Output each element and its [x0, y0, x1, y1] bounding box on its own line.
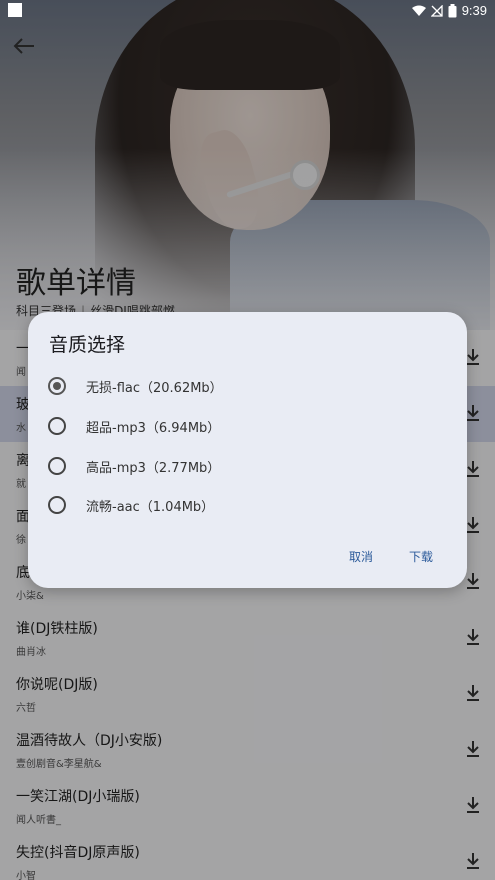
cancel-button[interactable]: 取消: [349, 548, 373, 565]
quality-option-mp3-high[interactable]: 高品-mp3（2.77Mb）: [48, 451, 428, 481]
download-button[interactable]: 下载: [409, 548, 433, 565]
quality-option-aac[interactable]: 流畅-aac（1.04Mb）: [48, 490, 428, 520]
radio-button-selected[interactable]: [48, 377, 66, 395]
battery-icon: [448, 3, 457, 17]
radio-button[interactable]: [48, 417, 66, 435]
radio-button[interactable]: [48, 457, 66, 475]
option-label: 无损-flac（20.62Mb）: [86, 380, 223, 396]
quality-dialog: 音质选择 无损-flac（20.62Mb） 超品-mp3（6.94Mb） 高品-…: [28, 312, 467, 588]
notification-icon: [8, 3, 22, 17]
radio-button[interactable]: [48, 496, 66, 514]
clock: 9:39: [461, 3, 487, 18]
no-signal-icon: [430, 4, 443, 17]
option-label: 高品-mp3（2.77Mb）: [86, 460, 221, 476]
quality-option-flac[interactable]: 无损-flac（20.62Mb）: [48, 371, 428, 401]
wifi-icon: [411, 5, 426, 16]
status-bar: 9:39: [0, 0, 495, 22]
dialog-title: 音质选择: [49, 334, 126, 356]
option-label: 超品-mp3（6.94Mb）: [86, 420, 221, 436]
quality-option-mp3-super[interactable]: 超品-mp3（6.94Mb）: [48, 411, 428, 441]
option-label: 流畅-aac（1.04Mb）: [86, 499, 215, 515]
